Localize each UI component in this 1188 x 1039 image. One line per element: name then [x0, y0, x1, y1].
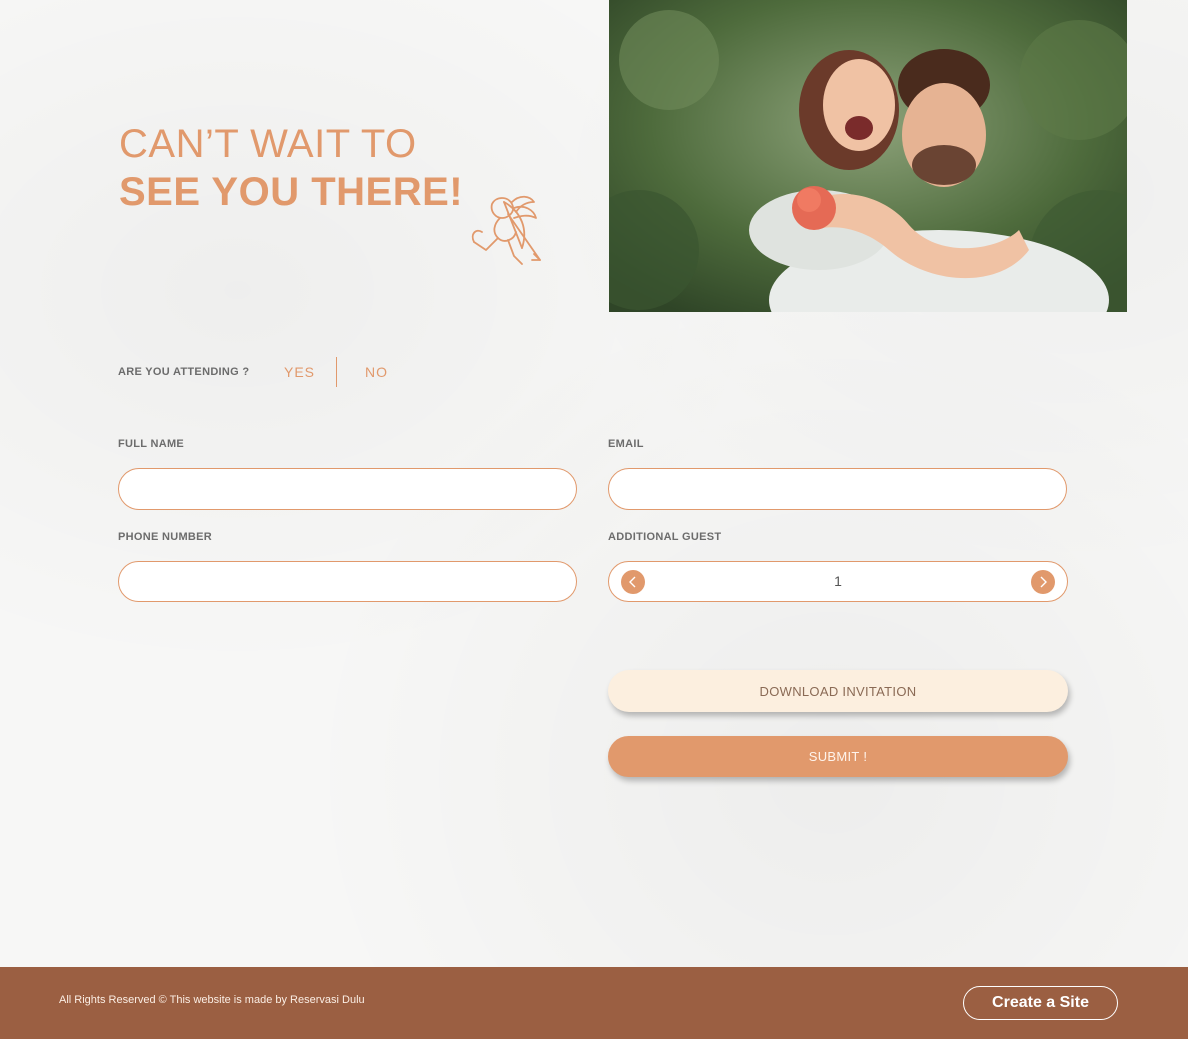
page-title: CAN’T WAIT TO SEE YOU THERE! [119, 120, 463, 216]
email-label: EMAIL [608, 438, 644, 450]
guest-count-value: 1 [834, 573, 842, 589]
full-name-label: FULL NAME [118, 438, 185, 450]
attending-yes-option[interactable]: YES [284, 364, 336, 380]
headline-line-1: CAN’T WAIT TO [119, 122, 417, 166]
footer: All Rights Reserved © This website is ma… [0, 967, 1188, 1039]
chevron-right-icon [1040, 576, 1047, 588]
cupid-icon [471, 195, 541, 265]
full-name-field[interactable] [118, 468, 577, 510]
phone-number-field[interactable] [118, 561, 577, 602]
additional-guest-stepper: 1 [608, 561, 1068, 602]
footer-copyright: All Rights Reserved © This website is ma… [59, 994, 365, 1006]
attending-divider [336, 357, 337, 387]
email-field[interactable] [608, 468, 1067, 510]
phone-number-label: PHONE NUMBER [118, 531, 213, 543]
couple-photo [609, 0, 1127, 312]
guest-increment-button[interactable] [1031, 570, 1055, 594]
attending-row: ARE YOU ATTENDING ? YES NO [118, 356, 388, 388]
attending-no-option[interactable]: NO [365, 364, 388, 380]
attending-question: ARE YOU ATTENDING ? [118, 366, 250, 378]
download-invitation-button[interactable]: DOWNLOAD INVITATION [608, 670, 1068, 712]
submit-button[interactable]: SUBMIT ! [608, 736, 1068, 777]
headline-line-2: SEE YOU THERE! [119, 170, 464, 214]
create-site-button[interactable]: Create a Site [963, 986, 1118, 1020]
couple-photo-image [609, 0, 1127, 312]
additional-guest-label: ADDITIONAL GUEST [608, 531, 722, 543]
